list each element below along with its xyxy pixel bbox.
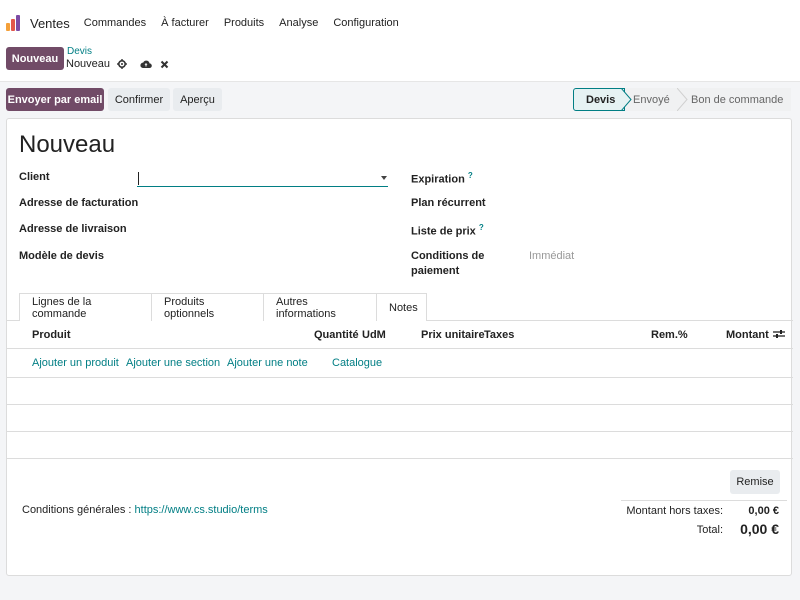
nav-commandes[interactable]: Commandes <box>84 17 146 29</box>
payment-terms-value[interactable]: Immédiat <box>529 250 574 262</box>
untaxed-amount-label: Montant hors taxes: <box>626 505 723 517</box>
col-amount[interactable]: Montant <box>726 329 769 341</box>
column-settings-icon[interactable] <box>773 329 785 342</box>
chevron-down-icon[interactable] <box>381 176 387 180</box>
table-row <box>7 404 793 405</box>
app-name[interactable]: Ventes <box>30 16 70 31</box>
payment-terms-label-line1: Conditions de <box>411 250 485 262</box>
table-row <box>7 431 793 432</box>
pricelist-label: Liste de prix ? <box>411 223 484 238</box>
status-step-envoye[interactable]: Envoyé <box>625 88 683 111</box>
form-sheet: Nouveau Client Adresse de facturation Ad… <box>6 118 793 576</box>
totals-divider <box>621 500 787 501</box>
status-arrow-icon <box>677 88 688 111</box>
status-arrow-icon <box>621 88 632 111</box>
col-discount[interactable]: Rem.% <box>651 329 688 341</box>
billing-address-label: Adresse de facturation <box>19 197 139 209</box>
tab-notes[interactable]: Notes <box>376 293 427 321</box>
col-unit-price[interactable]: Prix unitaire <box>421 329 485 341</box>
breadcrumb: Nouveau <box>66 58 170 70</box>
control-panel: Nouveau Devis Nouveau <box>0 46 800 82</box>
untaxed-amount-value: 0,00 € <box>748 505 779 517</box>
page-title: Nouveau <box>19 131 116 158</box>
catalog-link[interactable]: Catalogue <box>332 357 382 369</box>
nav-configuration[interactable]: Configuration <box>333 17 398 29</box>
client-input[interactable] <box>137 171 388 187</box>
delivery-address-label: Adresse de livraison <box>19 223 127 235</box>
status-step-bon-de-commande[interactable]: Bon de commande <box>683 88 791 111</box>
table-header: Produit Quantité UdM Prix unitaire Taxes… <box>7 321 793 349</box>
cloud-upload-icon[interactable] <box>140 58 152 70</box>
terms-and-conditions: Conditions générales : https://www.cs.st… <box>22 504 268 516</box>
help-icon[interactable]: ? <box>468 171 473 180</box>
status-step-devis[interactable]: Devis <box>573 88 625 111</box>
preview-button[interactable]: Aperçu <box>173 88 222 111</box>
col-uom[interactable]: UdM <box>362 329 386 341</box>
new-button[interactable]: Nouveau <box>6 47 64 70</box>
top-navbar: Ventes Commandes À facturer Produits Ana… <box>0 0 800 46</box>
expiration-label: Expiration ? <box>411 171 473 186</box>
nav-a-facturer[interactable]: À facturer <box>161 17 209 29</box>
close-icon[interactable] <box>158 58 170 70</box>
breadcrumb-parent[interactable]: Devis <box>67 46 92 57</box>
action-bar: Envoyer par email Confirmer Aperçu Devis… <box>0 82 800 118</box>
terms-label: Conditions générales : <box>22 504 132 516</box>
nav-analyse[interactable]: Analyse <box>279 17 318 29</box>
help-icon[interactable]: ? <box>479 223 484 232</box>
add-note-link[interactable]: Ajouter une note <box>227 357 308 369</box>
tab-optional-products[interactable]: Produits optionnels <box>151 293 264 321</box>
notebook-tabs: Lignes de la commande Produits optionnel… <box>19 293 427 321</box>
send-email-button[interactable]: Envoyer par email <box>6 88 104 111</box>
pricelist-label-text: Liste de prix <box>411 225 476 238</box>
payment-terms-label-line2: paiement <box>411 265 460 277</box>
quote-template-label: Modèle de devis <box>19 250 104 262</box>
recurring-plan-label: Plan récurrent <box>411 197 486 209</box>
nav-produits[interactable]: Produits <box>224 17 264 29</box>
tab-order-lines[interactable]: Lignes de la commande <box>19 293 152 321</box>
col-taxes[interactable]: Taxes <box>484 329 514 341</box>
breadcrumb-current: Nouveau <box>66 58 111 70</box>
total-value: 0,00 € <box>740 521 779 537</box>
add-product-link[interactable]: Ajouter un produit <box>32 357 119 369</box>
discount-button[interactable]: Remise <box>730 470 780 494</box>
gear-icon[interactable] <box>116 58 128 70</box>
add-line-row: Ajouter un produit Ajouter une section A… <box>7 349 793 378</box>
payment-terms-label: Conditions de paiement <box>411 249 484 279</box>
add-section-link[interactable]: Ajouter une section <box>126 357 220 369</box>
app-logo-icon[interactable] <box>6 15 22 31</box>
expiration-label-text: Expiration <box>411 173 465 186</box>
table-row <box>7 458 793 459</box>
confirm-button[interactable]: Confirmer <box>108 88 170 111</box>
col-product[interactable]: Produit <box>32 329 71 341</box>
terms-link[interactable]: https://www.cs.studio/terms <box>135 504 268 516</box>
col-quantity[interactable]: Quantité <box>314 329 359 341</box>
client-label: Client <box>19 171 50 183</box>
tab-other-info[interactable]: Autres informations <box>263 293 377 321</box>
